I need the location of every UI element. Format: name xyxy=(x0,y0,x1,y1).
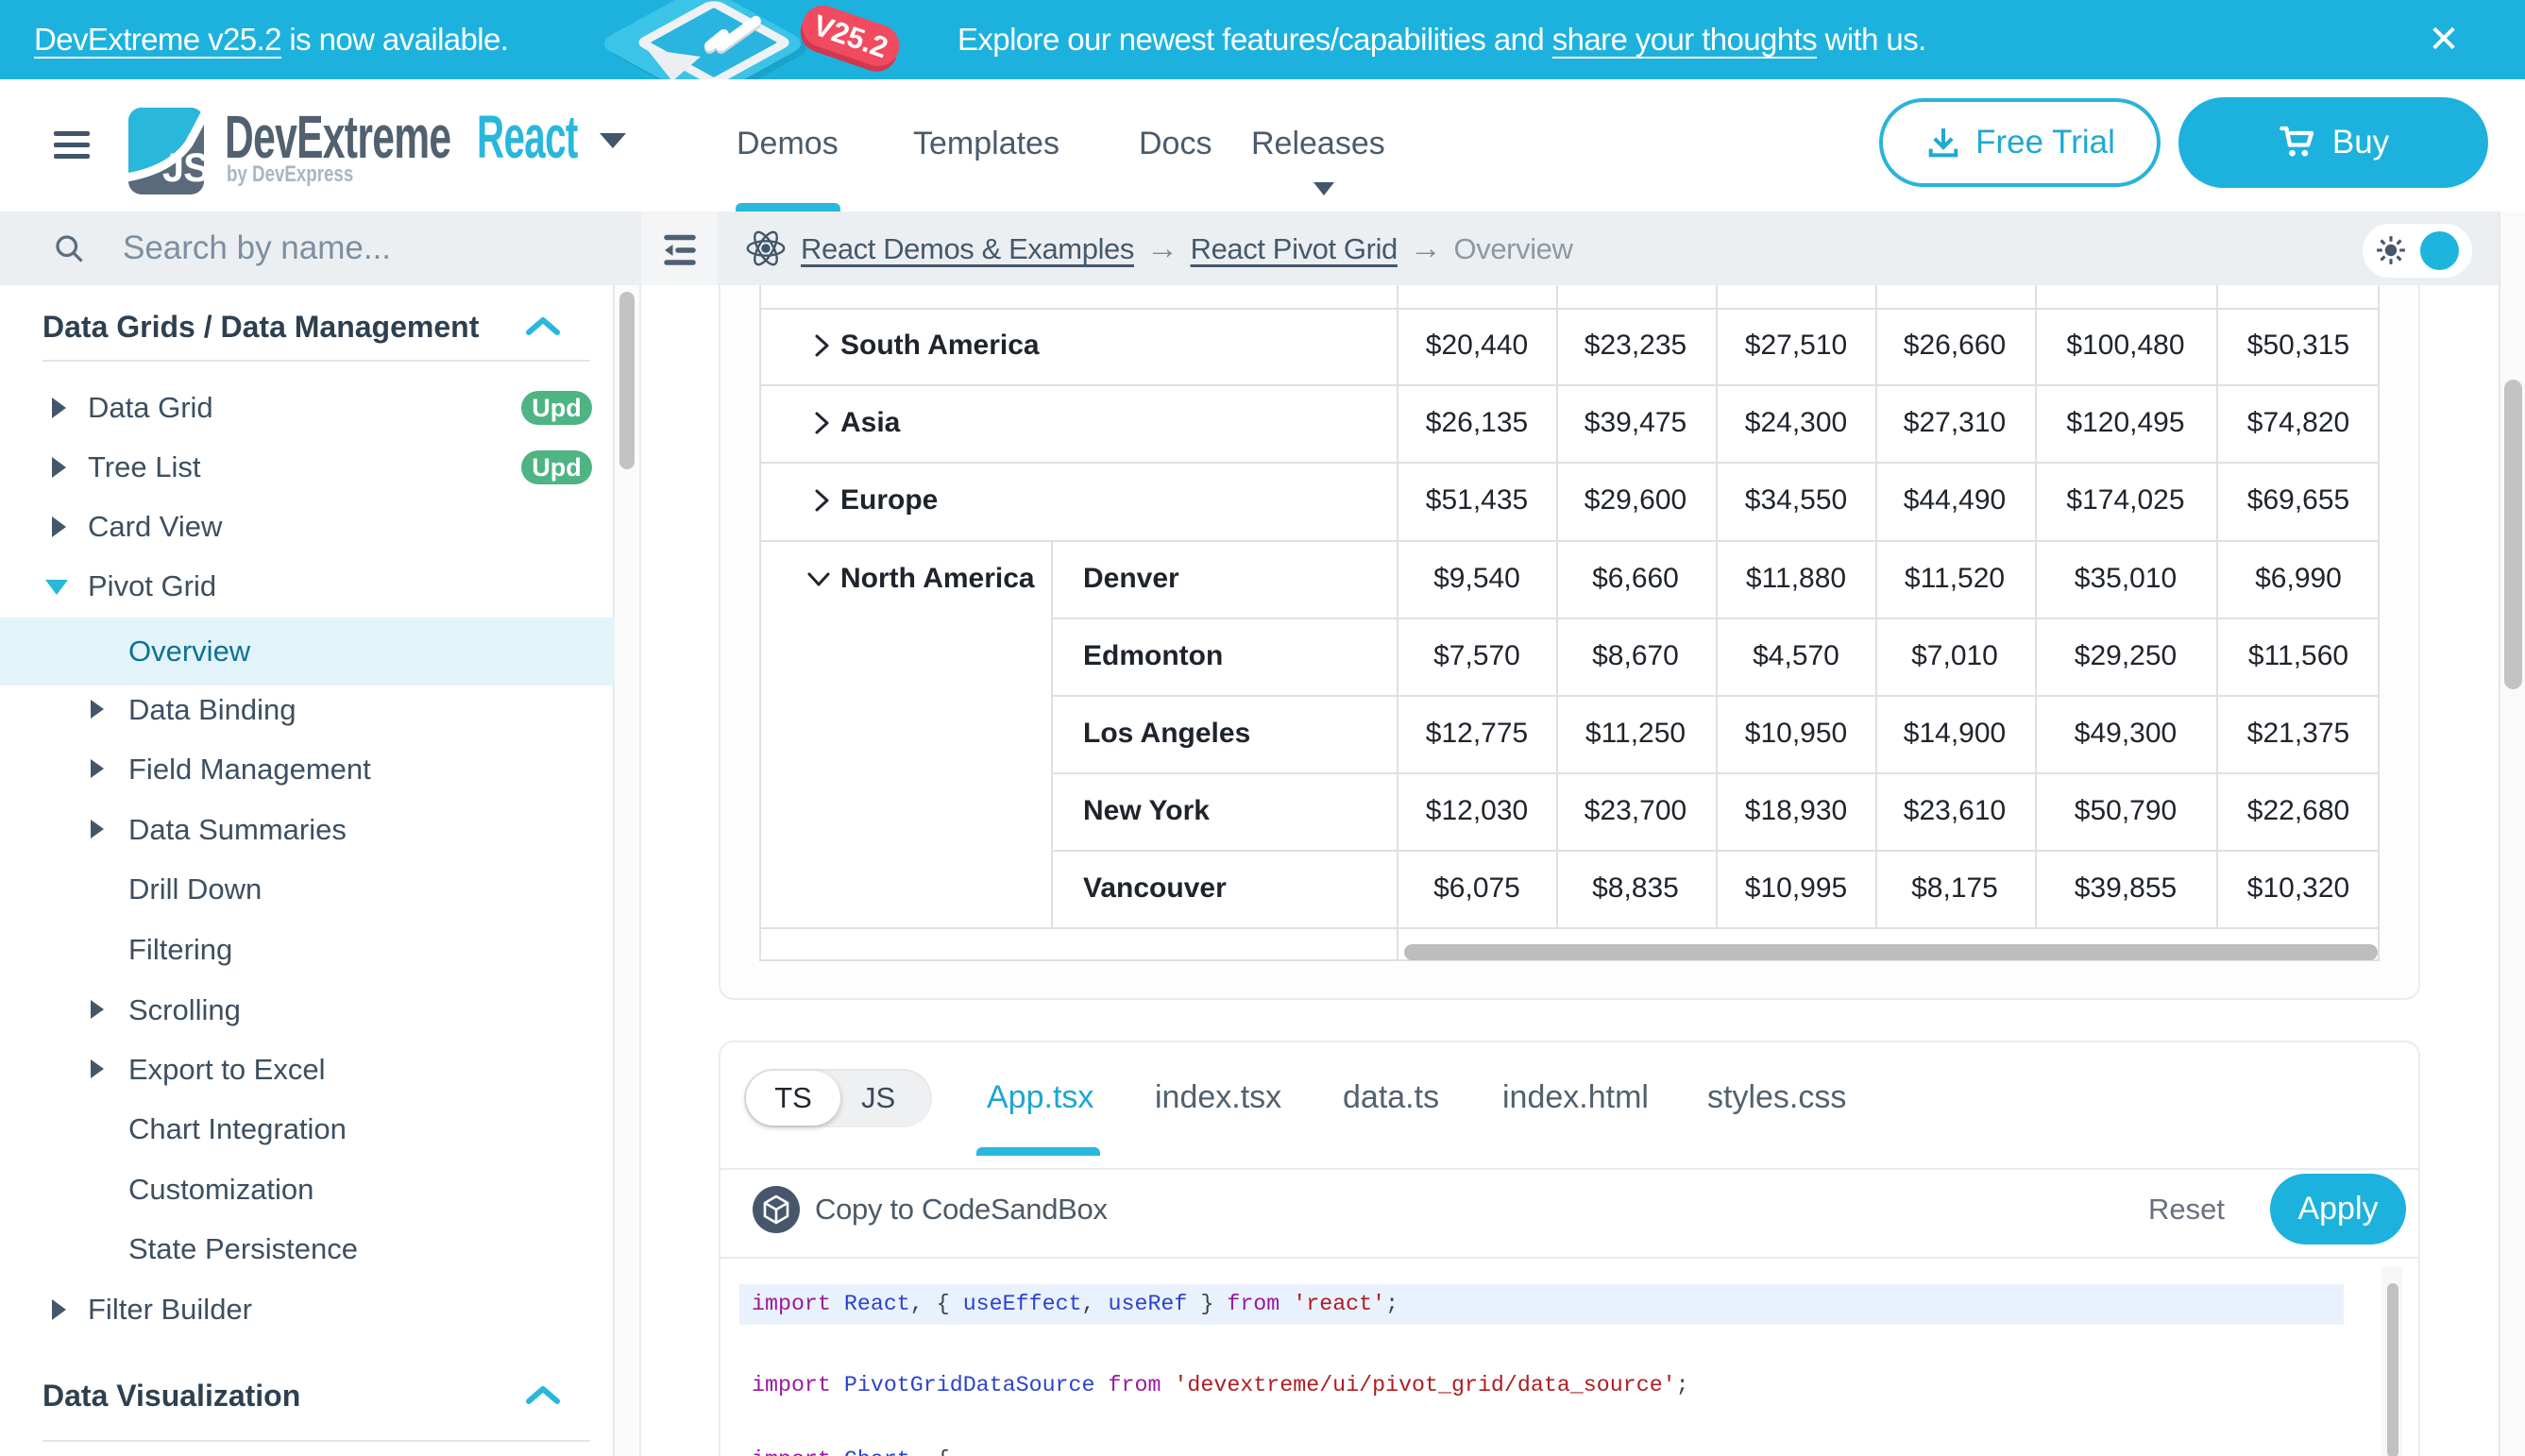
svg-text:JS: JS xyxy=(162,144,204,190)
